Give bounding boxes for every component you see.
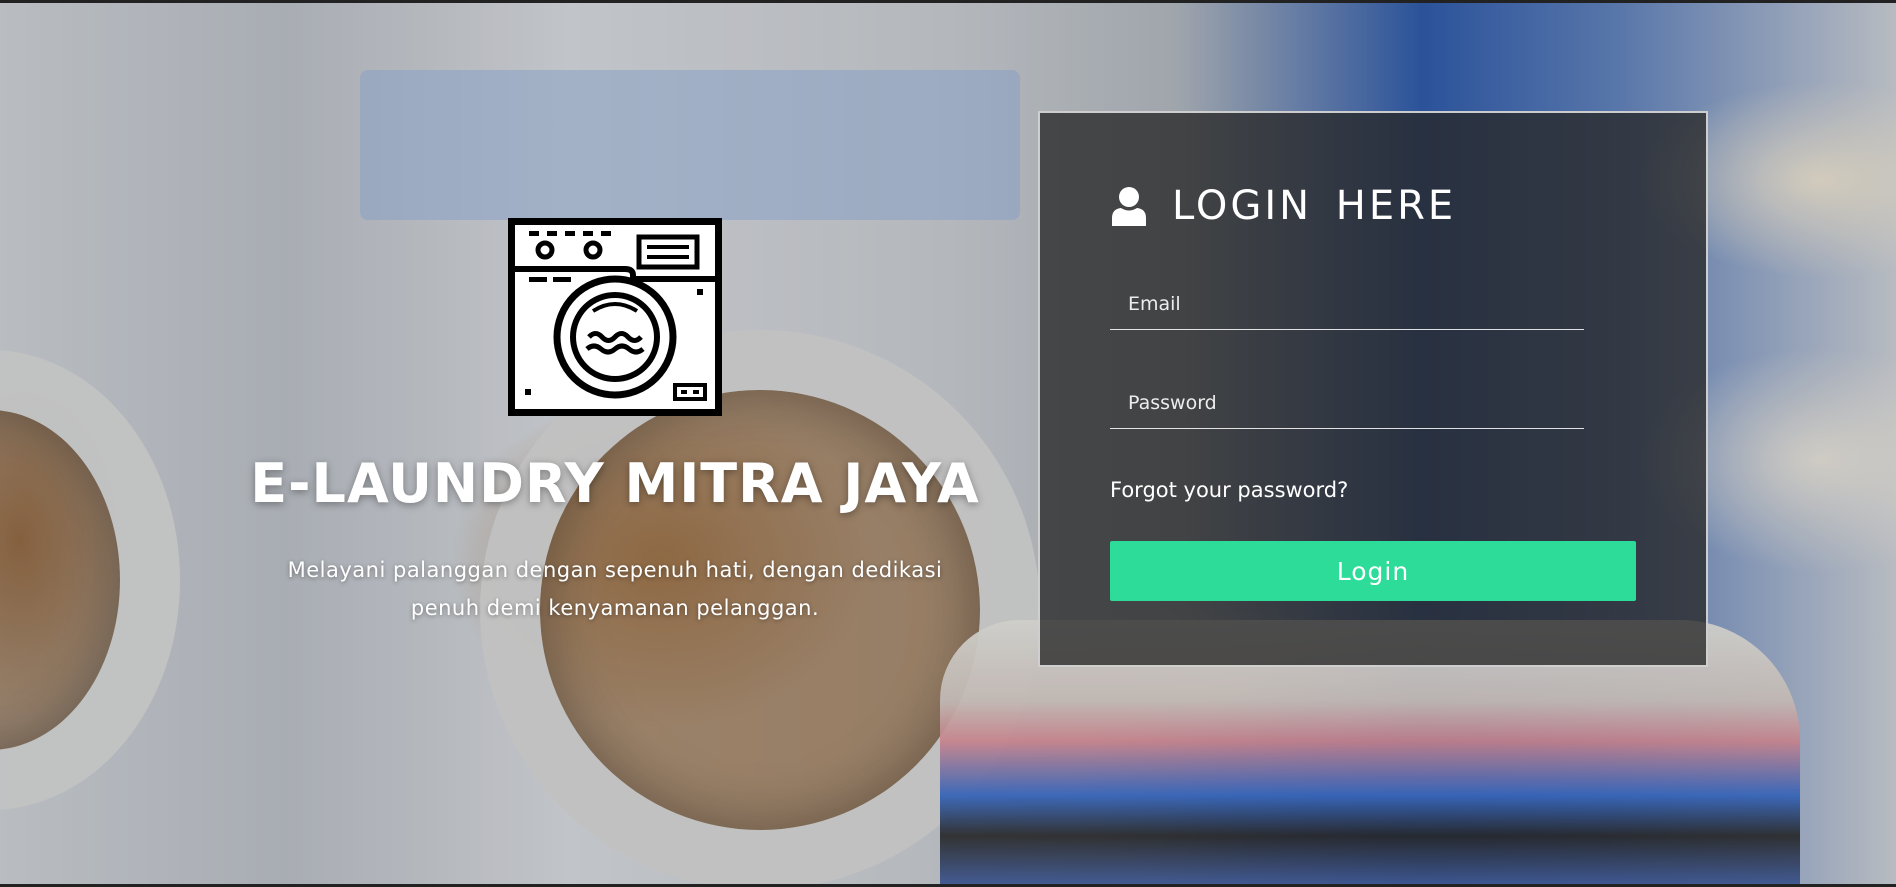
login-form-panel: LOGIN HERE Forgot your password? Login [1038,111,1708,667]
password-field[interactable] [1110,377,1584,429]
washing-machine-icon [508,218,722,416]
brand-section: E-LAUNDRY MITRA JAYA Melayani palanggan … [200,218,1030,627]
top-border [0,0,1896,3]
login-title: LOGIN HERE [1172,183,1457,229]
forgot-password-link[interactable]: Forgot your password? [1110,478,1348,502]
user-icon [1110,186,1148,226]
email-field[interactable] [1110,278,1584,330]
app-tagline: Melayani palanggan dengan sepenuh hati, … [287,558,943,620]
login-page: E-LAUNDRY MITRA JAYA Melayani palanggan … [0,0,1896,887]
login-button[interactable]: Login [1110,541,1636,601]
login-header: LOGIN HERE [1110,183,1456,229]
app-title: E-LAUNDRY MITRA JAYA [250,452,980,515]
